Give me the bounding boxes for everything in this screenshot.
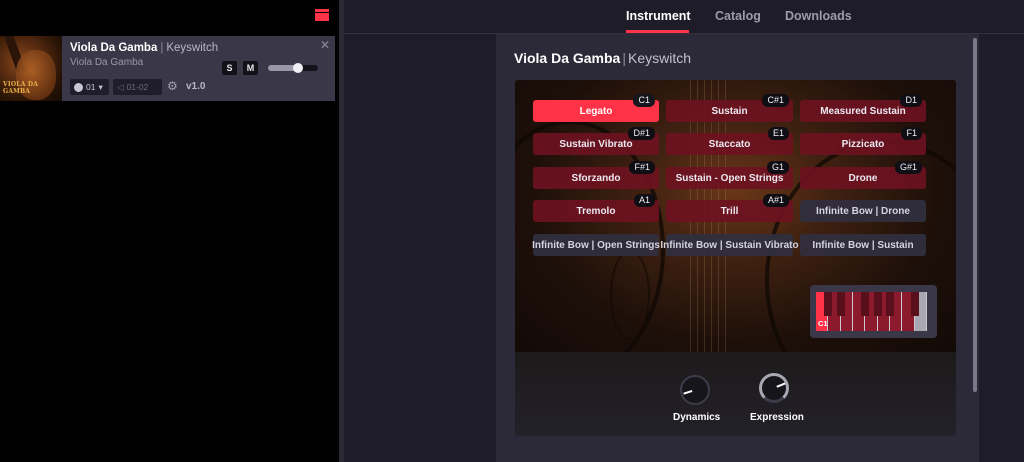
keyswitch-label: Infinite Bow | Open Strings — [532, 239, 660, 251]
keyswitch-label: Staccato — [708, 138, 751, 150]
instrument-title-sub: Keyswitch — [627, 50, 692, 66]
instrument-title-main: Viola Da Gamba — [514, 50, 621, 66]
keyswitch-label: Measured Sustain — [820, 105, 906, 117]
keyswitch-legato[interactable]: Legato C1 — [533, 94, 659, 122]
instrument-title-separator: | — [622, 50, 626, 66]
black-key[interactable] — [873, 292, 882, 316]
keyswitch-pizzicato[interactable]: Pizzicato F1 — [800, 127, 926, 155]
keyswitch-staccato[interactable]: Staccato E1 — [666, 127, 793, 155]
keyswitch-note: G1 — [766, 161, 789, 174]
right-gutter — [1008, 34, 1024, 462]
keyswitch-infinite-bow-sustain-vibrato[interactable]: Infinite Bow | Sustain Vibrato — [660, 234, 799, 256]
dynamics-label: Dynamics — [673, 412, 721, 423]
mute-button[interactable]: M — [243, 61, 258, 75]
controls-area — [515, 352, 956, 436]
volume-slider[interactable] — [268, 63, 318, 73]
keyswitch-label: Drone — [848, 172, 878, 184]
solo-button[interactable]: S — [222, 61, 237, 75]
keyswitch-label: Sustain — [711, 105, 748, 117]
knob-ring — [680, 375, 710, 405]
slot-title: Viola Da Gamba | Keyswitch — [70, 42, 218, 54]
output-value: 01-02 — [126, 82, 149, 92]
slot-title-sub: Keyswitch — [166, 42, 219, 54]
active-tab-indicator — [626, 30, 689, 33]
close-icon[interactable]: ✕ — [320, 39, 330, 51]
keyswitch-trill[interactable]: Trill A#1 — [666, 194, 793, 222]
keyswitch-note: C1 — [633, 94, 655, 107]
thumbnail-text: VIOLA DA GAMBA — [3, 81, 39, 95]
tab-catalog[interactable]: Catalog — [715, 9, 761, 23]
version-label: v1.0 — [186, 81, 206, 92]
keyswitch-label: Infinite Bow | Sustain Vibrato — [660, 239, 799, 251]
dynamics-knob[interactable] — [680, 375, 710, 405]
keyswitch-note: F#1 — [629, 161, 655, 174]
midi-channel-select[interactable]: 01 ▾ — [70, 79, 109, 95]
gear-icon[interactable]: ⚙ — [167, 80, 178, 92]
keyswitch-label: Tremolo — [576, 205, 616, 217]
tab-downloads[interactable]: Downloads — [785, 9, 852, 23]
keyswitch-label: Infinite Bow | Drone — [816, 205, 910, 217]
keyswitch-note: F1 — [901, 127, 922, 140]
keyswitch-label: Sforzando — [571, 172, 621, 184]
keyswitch-sustain-vibrato[interactable]: Sustain Vibrato D#1 — [533, 127, 659, 155]
panel-divider[interactable] — [339, 0, 344, 462]
midi-icon — [74, 82, 83, 92]
rack-menu-icon[interactable] — [315, 8, 329, 22]
keyswitch-label: Infinite Bow | Sustain — [812, 239, 914, 251]
expression-knob[interactable] — [759, 373, 789, 403]
keyswitch-tremolo[interactable]: Tremolo A1 — [533, 194, 659, 222]
keyswitch-note: G#1 — [894, 161, 922, 174]
keyswitch-drone[interactable]: Drone G#1 — [800, 161, 926, 189]
keyswitch-label: Legato — [579, 105, 613, 117]
slot-instrument-name: Viola Da Gamba — [70, 57, 144, 68]
keyswitch-keyboard[interactable]: C1 — [810, 285, 937, 338]
keyswitch-note: C#1 — [762, 94, 789, 107]
instrument-thumbnail: VIOLA DA GAMBA — [0, 36, 62, 101]
keyswitch-infinite-bow-sustain[interactable]: Infinite Bow | Sustain — [800, 234, 926, 256]
black-key[interactable] — [910, 292, 919, 316]
keyswitch-sustain[interactable]: Sustain C#1 — [666, 94, 793, 122]
keyswitch-note: D1 — [900, 94, 922, 107]
keyboard-note-label: C1 — [818, 319, 828, 328]
expression-label: Expression — [750, 412, 804, 423]
black-key[interactable] — [824, 292, 833, 316]
instrument-title: Viola Da Gamba | Keyswitch — [514, 50, 691, 66]
slot-title-separator: | — [160, 42, 164, 54]
keyboard-keys — [816, 292, 927, 331]
black-key[interactable] — [836, 292, 845, 316]
keyswitch-note: A1 — [633, 194, 655, 207]
keyswitch-sustain-open-strings[interactable]: Sustain - Open Strings G1 — [666, 161, 793, 189]
scrollbar-thumb[interactable] — [973, 38, 977, 392]
keyswitch-note: D#1 — [628, 127, 655, 140]
slot-title-main: Viola Da Gamba — [70, 42, 158, 54]
keyswitch-note: A#1 — [762, 194, 789, 207]
rack-panel: VIOLA DA GAMBA Viola Da Gamba | Keyswitch … — [0, 0, 340, 462]
keyswitch-sforzando[interactable]: Sforzando F#1 — [533, 161, 659, 189]
midi-channel-value: 01 — [86, 82, 96, 92]
chevron-down-icon: ▾ — [98, 81, 103, 92]
keyswitch-label: Sustain - Open Strings — [675, 172, 784, 184]
black-key[interactable] — [886, 292, 894, 316]
knob-ring — [759, 373, 789, 403]
output-select[interactable]: ◁ 01-02 — [113, 79, 162, 95]
keyswitch-note: E1 — [767, 127, 789, 140]
volume-slider-handle[interactable] — [292, 63, 303, 73]
keyswitch-label: Pizzicato — [841, 138, 885, 150]
keyswitch-infinite-bow-open-strings[interactable]: Infinite Bow | Open Strings — [532, 234, 660, 256]
tab-instrument[interactable]: Instrument — [626, 9, 691, 23]
keyswitch-label: Trill — [720, 205, 739, 217]
speaker-icon: ◁ — [117, 81, 124, 92]
keyswitch-label: Sustain Vibrato — [559, 138, 633, 150]
keyswitch-measured-sustain[interactable]: Measured Sustain D1 — [800, 94, 926, 122]
keyswitch-infinite-bow-drone[interactable]: Infinite Bow | Drone — [800, 200, 926, 222]
black-key[interactable] — [861, 292, 870, 316]
top-nav: Instrument Catalog Downloads — [344, 0, 1024, 34]
